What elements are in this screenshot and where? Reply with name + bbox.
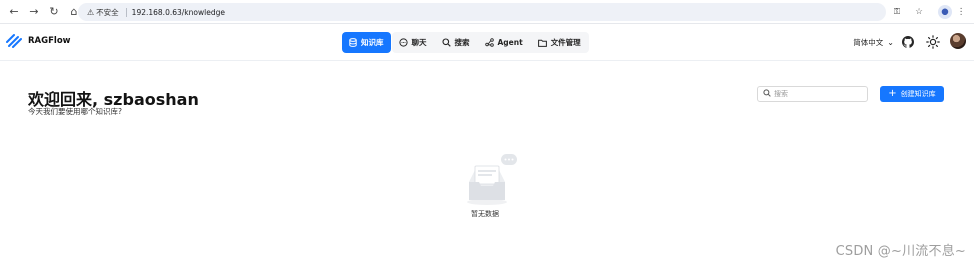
tab-files[interactable]: 文件管理 bbox=[531, 32, 588, 53]
logo[interactable]: RAGFlow bbox=[6, 33, 71, 49]
reload-icon[interactable]: ↻ bbox=[46, 4, 62, 20]
tab-knowledge[interactable]: 知识库 bbox=[342, 32, 391, 53]
folder-icon bbox=[537, 39, 547, 47]
tab-group: 聊天 搜索 Agent 文件管理 bbox=[391, 32, 589, 53]
tab-label: 聊天 bbox=[411, 38, 427, 47]
chat-icon bbox=[398, 38, 408, 47]
address-divider bbox=[125, 7, 127, 17]
chevron-down-icon: ⌄ bbox=[887, 38, 894, 47]
tab-label: 文件管理 bbox=[550, 38, 581, 47]
avatar[interactable] bbox=[950, 33, 966, 49]
tab-label: 搜索 bbox=[454, 38, 470, 47]
create-button-label: 创建知识库 bbox=[900, 90, 936, 98]
sun-icon[interactable] bbox=[926, 35, 940, 49]
agent-icon bbox=[484, 38, 494, 47]
star-icon[interactable]: ☆ bbox=[912, 5, 926, 19]
search-box[interactable] bbox=[757, 86, 868, 102]
warning-icon: ⚠ bbox=[87, 7, 95, 17]
tab-agent[interactable]: Agent bbox=[478, 32, 530, 53]
page-subtitle: 今天我们要使用哪个知识库? bbox=[28, 107, 122, 116]
key-icon[interactable]: ⚿ bbox=[890, 5, 904, 19]
empty-inbox-icon bbox=[467, 154, 517, 205]
address-bar[interactable]: ⚠ 不安全 192.168.0.63/knowledge bbox=[78, 3, 886, 21]
plus-icon: + bbox=[888, 88, 897, 99]
main-nav: 知识库 聊天 搜索 Agent 文件管理 bbox=[342, 32, 589, 53]
url-text[interactable]: 192.168.0.63/knowledge bbox=[132, 8, 225, 17]
logo-text: RAGFlow bbox=[28, 36, 71, 46]
security-label: 不安全 bbox=[96, 7, 119, 17]
more-icon[interactable]: ⋮ bbox=[954, 5, 968, 19]
header-actions: 简体中文 ⌄ bbox=[834, 32, 974, 53]
tab-label: Agent bbox=[497, 38, 523, 47]
search-input[interactable] bbox=[774, 90, 864, 98]
security-indicator[interactable]: ⚠ 不安全 bbox=[82, 6, 124, 19]
language-label: 简体中文 bbox=[853, 38, 884, 47]
browser-toolbar: ← → ↻ ⌂ ⚠ 不安全 192.168.0.63/knowledge ⚿ ☆… bbox=[0, 0, 974, 24]
search-icon bbox=[441, 38, 451, 47]
forward-icon[interactable]: → bbox=[26, 4, 42, 20]
back-icon[interactable]: ← bbox=[6, 4, 22, 20]
create-knowledge-button[interactable]: + 创建知识库 bbox=[880, 86, 944, 102]
github-icon[interactable] bbox=[902, 36, 914, 48]
database-icon bbox=[349, 38, 357, 47]
tab-label: 知识库 bbox=[361, 38, 384, 47]
browser-actions: ⚿ ☆ ● ⋮ bbox=[874, 3, 974, 21]
empty-state-text: 暂无数据 bbox=[471, 210, 499, 218]
language-selector[interactable]: 简体中文 ⌄ bbox=[853, 37, 894, 48]
tab-chat[interactable]: 聊天 bbox=[392, 32, 434, 53]
watermark: CSDN @~川流不息~ bbox=[835, 244, 966, 259]
ragflow-logo-icon bbox=[6, 34, 22, 48]
profile-icon[interactable]: ● bbox=[938, 5, 952, 19]
tab-search[interactable]: 搜索 bbox=[435, 32, 477, 53]
app-header: RAGFlow 知识库 聊天 搜索 Agent 文件管理 简体中文 ⌄ bbox=[0, 24, 974, 61]
search-icon bbox=[763, 89, 771, 99]
